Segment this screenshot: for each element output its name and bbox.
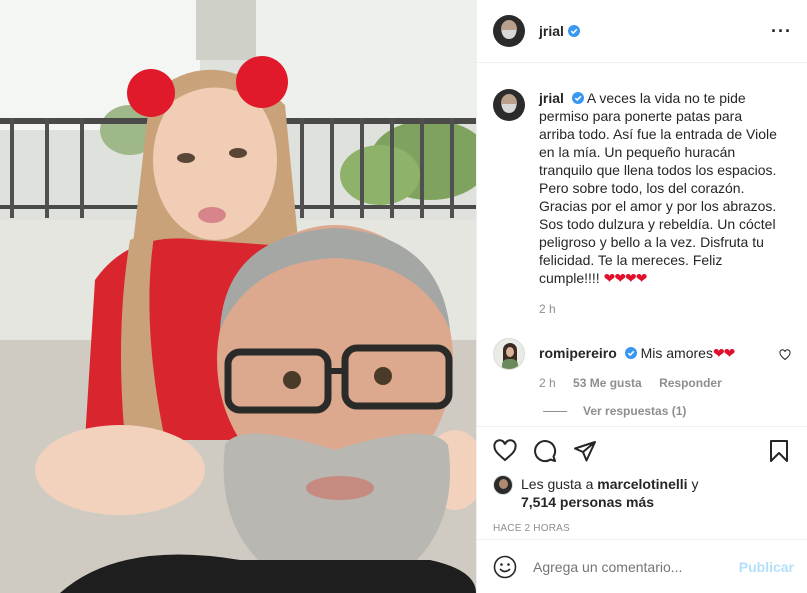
comment-hearts: ❤❤ [712,345,735,361]
post-timestamp[interactable]: HACE 2 HORAS [493,523,791,534]
author-username[interactable]: jrial [539,23,564,39]
likes-text: Les gusta a marcelotinelli y 7,514 perso… [521,475,698,511]
verified-badge-icon [567,25,580,37]
view-replies-label: Ver respuestas (1) [583,404,687,418]
comment-time[interactable]: 2 h [539,376,556,390]
author-avatar[interactable] [493,15,525,47]
emoji-icon[interactable] [493,555,517,579]
share-paper-plane-icon[interactable] [573,439,597,463]
post-photo[interactable] [0,0,476,593]
view-replies[interactable]: Ver respuestas (1) [543,404,791,418]
post-header: jrial ··· [477,0,807,63]
caption-text: A veces la vida no te pide permiso para … [539,90,777,286]
like-heart-icon[interactable] [493,439,517,463]
caption-author-avatar[interactable] [493,89,525,121]
likes-prefix: Les gusta a [521,476,594,492]
action-icons [493,427,791,475]
caption-time[interactable]: 2 h [539,302,556,316]
comment-row: romipereiro Mis amores❤❤ [493,338,791,370]
commenter-username[interactable]: romipereiro [539,345,617,361]
caption-hearts: ❤❤❤❤ [603,270,648,286]
comments-section: jrial A veces la vida no te pide permiso… [477,63,807,426]
likes-summary: Les gusta a marcelotinelli y 7,514 perso… [493,475,791,511]
caption-meta: 2 h [539,302,791,316]
comment-body: romipereiro Mis amores❤❤ [539,345,735,370]
likes-joiner: y [691,476,699,492]
liker-avatar[interactable] [493,475,513,495]
comment-meta: 2 h 53 Me gusta Responder [539,376,791,390]
reply-button[interactable]: Responder [659,376,722,390]
save-bookmark-icon[interactable] [767,439,791,463]
liker-username[interactable]: marcelotinelli [597,476,687,492]
verified-badge-icon [624,347,637,359]
add-comment-bar: Publicar [477,539,807,593]
likes-others[interactable]: 7,514 personas más [521,494,654,510]
selfie-illustration [0,0,476,593]
comment-bubble-icon[interactable] [533,439,557,463]
post-actions: Les gusta a marcelotinelli y 7,514 perso… [477,426,807,534]
commenter-avatar[interactable] [493,338,525,370]
caption: jrial A veces la vida no te pide permiso… [539,89,781,287]
verified-badge-icon [571,92,584,104]
publish-button[interactable]: Publicar [739,559,794,575]
comment-text: Mis amores [640,345,713,361]
instagram-post: jrial ··· jrial A veces la vida no te pi… [0,0,807,593]
post-sidebar: jrial ··· jrial A veces la vida no te pi… [476,0,807,593]
caption-row: jrial A veces la vida no te pide permiso… [493,89,791,287]
like-comment-heart-icon[interactable] [779,349,791,361]
comment-input[interactable] [533,558,739,575]
caption-author-username[interactable]: jrial [539,90,564,106]
more-options-icon[interactable]: ··· [771,22,791,40]
replies-divider [543,410,567,412]
comment-likes[interactable]: 53 Me gusta [573,376,642,390]
